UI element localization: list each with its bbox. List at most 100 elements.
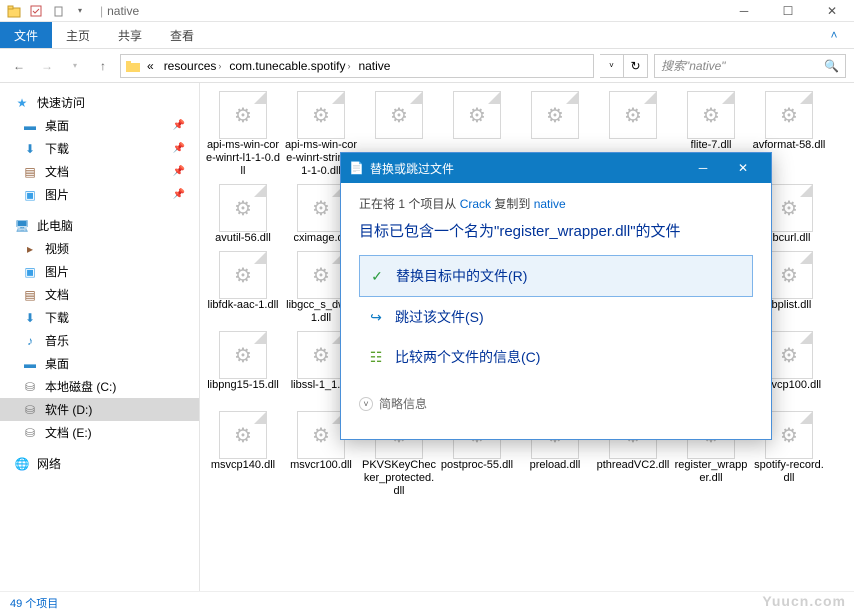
- forward-button[interactable]: →: [36, 55, 58, 77]
- sidebar-drive-e[interactable]: ⛁文档 (E:): [0, 421, 199, 444]
- navigation-bar: ← → ▾ ↑ « resources› com.tunecable.spoti…: [0, 49, 854, 83]
- option-compare[interactable]: ☷ 比较两个文件的信息(C): [359, 337, 753, 377]
- sidebar-desktop[interactable]: ▬桌面📌: [0, 114, 199, 137]
- breadcrumb-item[interactable]: resources›: [160, 59, 226, 73]
- sidebar-desktop2[interactable]: ▬桌面: [0, 352, 199, 375]
- address-dropdown[interactable]: ˅: [600, 54, 624, 78]
- file-thumb: ⚙: [219, 331, 267, 379]
- file-name: register_wrapper.dll: [674, 459, 748, 485]
- sidebar-network[interactable]: 🌐网络: [0, 452, 199, 475]
- dialog-close[interactable]: ✕: [723, 154, 763, 182]
- desktop-icon: ▬: [22, 356, 38, 372]
- tab-home[interactable]: 主页: [52, 22, 104, 48]
- history-dropdown[interactable]: ▾: [64, 55, 86, 77]
- video-icon: ▸: [22, 241, 38, 257]
- source-link[interactable]: Crack: [460, 197, 491, 211]
- gear-icon: ⚙: [312, 343, 330, 368]
- option-replace[interactable]: ✓ 替换目标中的文件(R): [359, 255, 753, 297]
- breadcrumb-item[interactable]: com.tunecable.spotify›: [225, 59, 354, 73]
- sidebar-drive-d[interactable]: ⛁软件 (D:): [0, 398, 199, 421]
- gear-icon: ⚙: [234, 103, 252, 128]
- minimize-button[interactable]: ─: [722, 0, 766, 22]
- file-name: libfdk-aac-1.dll: [208, 299, 279, 312]
- file-name: postproc-55.dll: [441, 459, 513, 472]
- gear-icon: ⚙: [234, 423, 252, 448]
- sidebar-downloads2[interactable]: ⬇下载: [0, 306, 199, 329]
- drive-icon: ⛁: [22, 379, 38, 395]
- file-item[interactable]: ⚙msvcp140.dll: [204, 409, 282, 500]
- title-text: native: [107, 4, 139, 18]
- dialog-title: 替换或跳过文件: [370, 160, 683, 177]
- qat-item[interactable]: [26, 2, 46, 20]
- file-thumb: ⚙: [219, 411, 267, 459]
- sidebar-this-pc[interactable]: 🖥此电脑: [0, 214, 199, 237]
- network-icon: 🌐: [14, 456, 30, 472]
- file-thumb: ⚙: [297, 251, 345, 299]
- file-item[interactable]: ⚙libfdk-aac-1.dll: [204, 249, 282, 327]
- gear-icon: ⚙: [702, 103, 720, 128]
- compare-icon: ☷: [367, 349, 385, 366]
- refresh-button[interactable]: ↻: [624, 54, 648, 78]
- qat-item[interactable]: [48, 2, 68, 20]
- breadcrumb-item[interactable]: native: [354, 59, 394, 73]
- file-item[interactable]: ⚙ avutil-56.dll: [204, 182, 282, 247]
- tab-view[interactable]: 查看: [156, 22, 208, 48]
- pin-icon: 📌: [173, 143, 185, 154]
- more-details[interactable]: ˅ 简略信息: [359, 395, 753, 412]
- sidebar-quick-access[interactable]: ★快速访问: [0, 91, 199, 114]
- sidebar-drive-c[interactable]: ⛁本地磁盘 (C:): [0, 375, 199, 398]
- gear-icon: ⚙: [624, 103, 642, 128]
- skip-icon: ↪: [367, 309, 385, 326]
- tab-file[interactable]: 文件: [0, 22, 52, 48]
- breadcrumb-root[interactable]: «: [143, 59, 160, 73]
- drive-icon: ⛁: [22, 402, 38, 418]
- file-name: libplist.dll: [767, 299, 812, 312]
- dialog-minimize[interactable]: ─: [683, 154, 723, 182]
- close-button[interactable]: ✕: [810, 0, 854, 22]
- gear-icon: ⚙: [780, 343, 798, 368]
- file-name: avutil-56.dll: [215, 232, 271, 245]
- address-bar[interactable]: « resources› com.tunecable.spotify› nati…: [120, 54, 594, 78]
- drive-icon: ⛁: [22, 425, 38, 441]
- sidebar-documents[interactable]: ▤文档📌: [0, 160, 199, 183]
- file-thumb: ⚙: [765, 251, 813, 299]
- option-skip[interactable]: ↪ 跳过该文件(S): [359, 297, 753, 337]
- title-bar: ▾ | native ─ ☐ ✕: [0, 0, 854, 22]
- file-name: PKVSKeyChecker_protected.dll: [362, 459, 436, 498]
- music-icon: ♪: [22, 333, 38, 349]
- file-thumb: ⚙: [453, 91, 501, 139]
- copy-icon: 📄: [349, 161, 364, 175]
- file-thumb: ⚙: [765, 331, 813, 379]
- gear-icon: ⚙: [312, 263, 330, 288]
- quick-access-toolbar: ▾: [0, 2, 94, 20]
- file-thumb: ⚙: [609, 91, 657, 139]
- sidebar-pictures[interactable]: ▣图片📌: [0, 183, 199, 206]
- sidebar-videos[interactable]: ▸视频: [0, 237, 199, 260]
- up-button[interactable]: ↑: [92, 55, 114, 77]
- window-title: | native: [94, 4, 722, 18]
- gear-icon: ⚙: [780, 263, 798, 288]
- search-icon: 🔍: [824, 59, 839, 73]
- pin-icon: 📌: [173, 189, 185, 200]
- dest-link[interactable]: native: [534, 197, 566, 211]
- file-thumb: ⚙: [297, 184, 345, 232]
- sidebar-downloads[interactable]: ⬇下载📌: [0, 137, 199, 160]
- address-buttons: ˅ ↻: [600, 54, 648, 78]
- qat-dropdown[interactable]: ▾: [70, 2, 90, 20]
- file-item[interactable]: ⚙libpng15-15.dll: [204, 329, 282, 407]
- back-button[interactable]: ←: [8, 55, 30, 77]
- gear-icon: ⚙: [234, 196, 252, 221]
- replace-dialog: 📄 替换或跳过文件 ─ ✕ 正在将 1 个项目从 Crack 复制到 nativ…: [340, 152, 772, 440]
- search-input[interactable]: 搜索"native" 🔍: [654, 54, 846, 78]
- maximize-button[interactable]: ☐: [766, 0, 810, 22]
- sidebar-music[interactable]: ♪音乐: [0, 329, 199, 352]
- sidebar-pictures2[interactable]: ▣图片: [0, 260, 199, 283]
- tab-share[interactable]: 共享: [104, 22, 156, 48]
- file-name: api-ms-win-core-winrt-l1-1-0.dll: [206, 139, 280, 178]
- sidebar-documents2[interactable]: ▤文档: [0, 283, 199, 306]
- window-controls: ─ ☐ ✕: [722, 0, 854, 22]
- file-item[interactable]: ⚙ api-ms-win-core-winrt-l1-1-0.dll: [204, 89, 282, 180]
- file-thumb: ⚙: [765, 411, 813, 459]
- ribbon-expand-button[interactable]: ˄: [814, 22, 854, 48]
- gear-icon: ⚙: [780, 423, 798, 448]
